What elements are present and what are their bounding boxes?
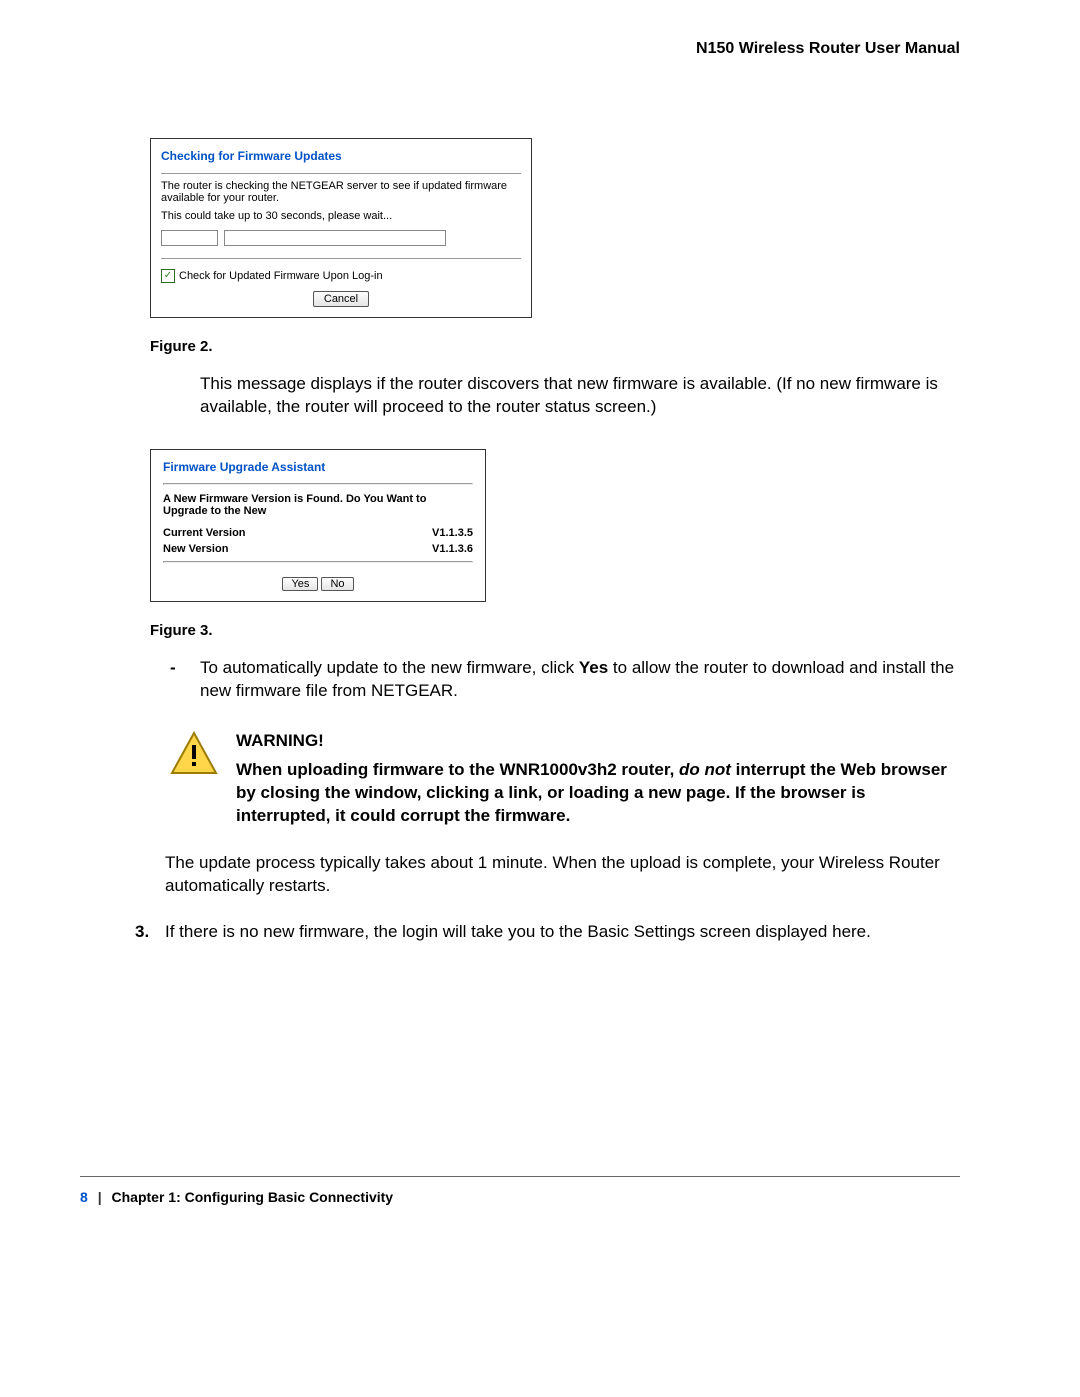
checking-firmware-panel: Checking for Firmware Updates The router…: [150, 138, 532, 318]
divider: [161, 258, 521, 259]
bullet-text-before: To automatically update to the new firmw…: [200, 658, 579, 677]
figure2-caption: Figure 2.: [150, 338, 960, 355]
divider: [161, 173, 521, 174]
warning-icon: [170, 731, 220, 828]
panel3-title: Firmware Upgrade Assistant: [163, 460, 473, 478]
progress-segment-small: [161, 230, 218, 246]
cancel-button[interactable]: Cancel: [313, 291, 369, 307]
progress-segment-large: [224, 230, 446, 246]
warning-part1: When uploading firmware to the WNR1000v3…: [236, 760, 679, 779]
footer-divider: [80, 1176, 960, 1177]
warning-text: When uploading firmware to the WNR1000v3…: [236, 759, 960, 828]
progress-row: [161, 230, 521, 246]
divider: [163, 561, 473, 563]
check-update-on-login-checkbox[interactable]: ✓: [161, 269, 175, 283]
checkbox-label: Check for Updated Firmware Upon Log-in: [179, 270, 383, 282]
footer-separator: |: [98, 1189, 102, 1205]
bullet-yes-word: Yes: [579, 658, 608, 677]
page-footer: 8 | Chapter 1: Configuring Basic Connect…: [80, 1189, 393, 1205]
dash-marker: -: [170, 657, 200, 703]
divider: [163, 483, 473, 485]
paragraph-1: This message displays if the router disc…: [200, 373, 960, 419]
footer-chapter: Chapter 1: Configuring Basic Connectivit…: [112, 1189, 394, 1205]
firmware-upgrade-assistant-panel: Firmware Upgrade Assistant A New Firmwar…: [150, 449, 486, 602]
new-version-value: V1.1.3.6: [432, 543, 473, 555]
figure3-caption: Figure 3.: [150, 622, 960, 639]
yes-button[interactable]: Yes: [282, 577, 318, 591]
step-3-text: If there is no new firmware, the login w…: [165, 921, 960, 944]
no-button[interactable]: No: [321, 577, 353, 591]
current-version-value: V1.1.3.5: [432, 527, 473, 539]
step-3: 3. If there is no new firmware, the logi…: [135, 921, 960, 944]
panel2-line2: This could take up to 30 seconds, please…: [161, 210, 521, 222]
new-version-label: New Version: [163, 543, 228, 555]
warning-heading: WARNING!: [236, 731, 960, 751]
page-number: 8: [80, 1189, 88, 1205]
bullet-auto-update: - To automatically update to the new fir…: [170, 657, 960, 703]
warning-do-not: do not: [679, 760, 731, 779]
step-3-number: 3.: [135, 921, 165, 944]
current-version-label: Current Version: [163, 527, 246, 539]
panel3-question: A New Firmware Version is Found. Do You …: [163, 493, 473, 517]
paragraph-update-duration: The update process typically takes about…: [165, 852, 960, 898]
document-header-title: N150 Wireless Router User Manual: [120, 40, 960, 58]
panel2-line1: The router is checking the NETGEAR serve…: [161, 180, 521, 204]
panel2-title: Checking for Firmware Updates: [161, 149, 521, 167]
